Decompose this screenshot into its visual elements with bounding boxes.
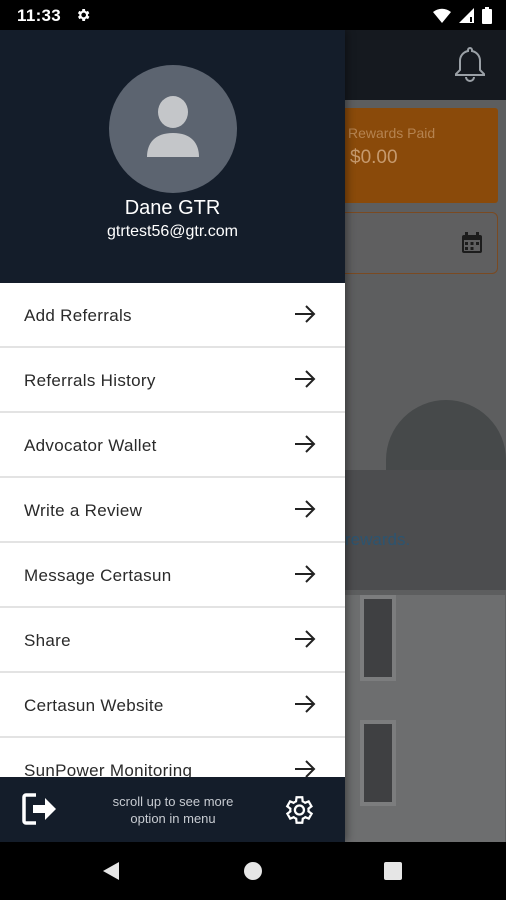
bell-icon[interactable] [452, 44, 488, 82]
menu-item-add-referrals[interactable]: Add Referrals [0, 283, 345, 348]
menu-item-label: Add Referrals [24, 306, 132, 325]
menu-item-certasun-website[interactable]: Certasun Website [0, 673, 345, 738]
menu-item-label: Message Certasun [24, 566, 172, 585]
status-bar: 11:33 [0, 0, 506, 30]
calendar-icon [462, 232, 482, 253]
gear-icon[interactable] [281, 793, 315, 827]
arrow-right-icon [295, 565, 316, 583]
house-window [360, 595, 396, 681]
background-house-wall [345, 595, 505, 842]
menu-item-label: Advocator Wallet [24, 436, 157, 455]
rewards-card: Rewards Paid $0.00 [330, 108, 498, 203]
footer-hint-line1: scroll up to see more [112, 794, 234, 809]
user-email: gtrtest56@gtr.com [107, 223, 238, 240]
wifi-icon [433, 8, 451, 23]
user-name: Dane GTR [124, 197, 221, 219]
system-nav-bar [0, 842, 506, 900]
back-icon[interactable] [101, 861, 121, 881]
menu-item-write-review[interactable]: Write a Review [0, 478, 345, 543]
drawer-menu[interactable]: Add Referrals Referrals History Advocato… [0, 283, 345, 777]
menu-item-message-certasun[interactable]: Message Certasun [0, 543, 345, 608]
footer-hint-line2: option in menu [130, 811, 216, 826]
arrow-right-icon [295, 370, 316, 388]
arrow-right-icon [295, 435, 316, 453]
menu-item-label: Share [24, 631, 71, 650]
signal-icon [459, 8, 474, 23]
navigation-drawer: Dane GTR gtrtest56@gtr.com Add Referrals… [0, 30, 345, 842]
menu-item-advocator-wallet[interactable]: Advocator Wallet [0, 413, 345, 478]
menu-item-label: Certasun Website [24, 696, 164, 715]
arrow-right-icon [295, 305, 316, 323]
user-avatar-icon [147, 96, 199, 157]
recents-icon[interactable] [384, 862, 402, 880]
drawer-header: Dane GTR gtrtest56@gtr.com [0, 30, 345, 283]
date-field[interactable] [330, 212, 498, 274]
status-settings-icon [77, 9, 90, 21]
menu-item-label: Write a Review [24, 501, 143, 520]
menu-item-share[interactable]: Share [0, 608, 345, 673]
arrow-right-icon [295, 500, 316, 518]
home-icon[interactable] [244, 862, 262, 880]
status-icons [433, 7, 492, 24]
menu-item-sunpower-monitoring[interactable]: SunPower Monitoring [0, 738, 345, 777]
rewards-link[interactable]: rewards. [345, 530, 410, 550]
rewards-value: $0.00 [350, 147, 398, 168]
footer-hint: scroll up to see more option in menu [88, 793, 258, 827]
menu-item-label: Referrals History [24, 371, 156, 390]
battery-icon [482, 7, 492, 24]
status-time: 11:33 [17, 6, 62, 25]
arrow-right-icon [295, 630, 316, 648]
arrow-right-icon [295, 695, 316, 713]
avatar[interactable] [109, 65, 237, 193]
drawer-footer: scroll up to see more option in menu [0, 777, 345, 842]
arrow-right-icon [295, 760, 316, 777]
logout-icon[interactable] [22, 793, 58, 825]
menu-item-label: SunPower Monitoring [24, 761, 193, 777]
house-window [360, 720, 396, 806]
rewards-label: Rewards Paid [348, 125, 436, 141]
menu-item-referrals-history[interactable]: Referrals History [0, 348, 345, 413]
